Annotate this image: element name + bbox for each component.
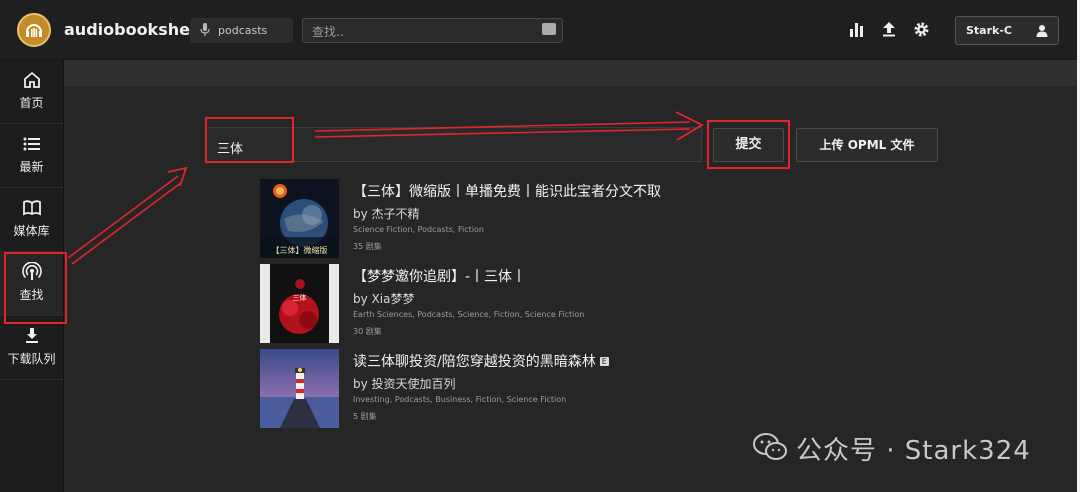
highlight-box-query bbox=[205, 117, 294, 163]
wechat-icon bbox=[753, 433, 787, 460]
annotation-overlay bbox=[4, 111, 790, 324]
annotation-arrow-line bbox=[71, 181, 183, 265]
watermark-text: 公众号 · Stark324 bbox=[796, 436, 1031, 466]
highlight-box-submit bbox=[707, 120, 790, 169]
annotation-arrow-head bbox=[675, 111, 704, 141]
annotation-arrow-line bbox=[67, 175, 179, 259]
highlight-box-search-nav bbox=[4, 252, 67, 324]
app-window: audiobookshelf podcasts 查找.. Stark-C 首页 … bbox=[0, 0, 1080, 492]
